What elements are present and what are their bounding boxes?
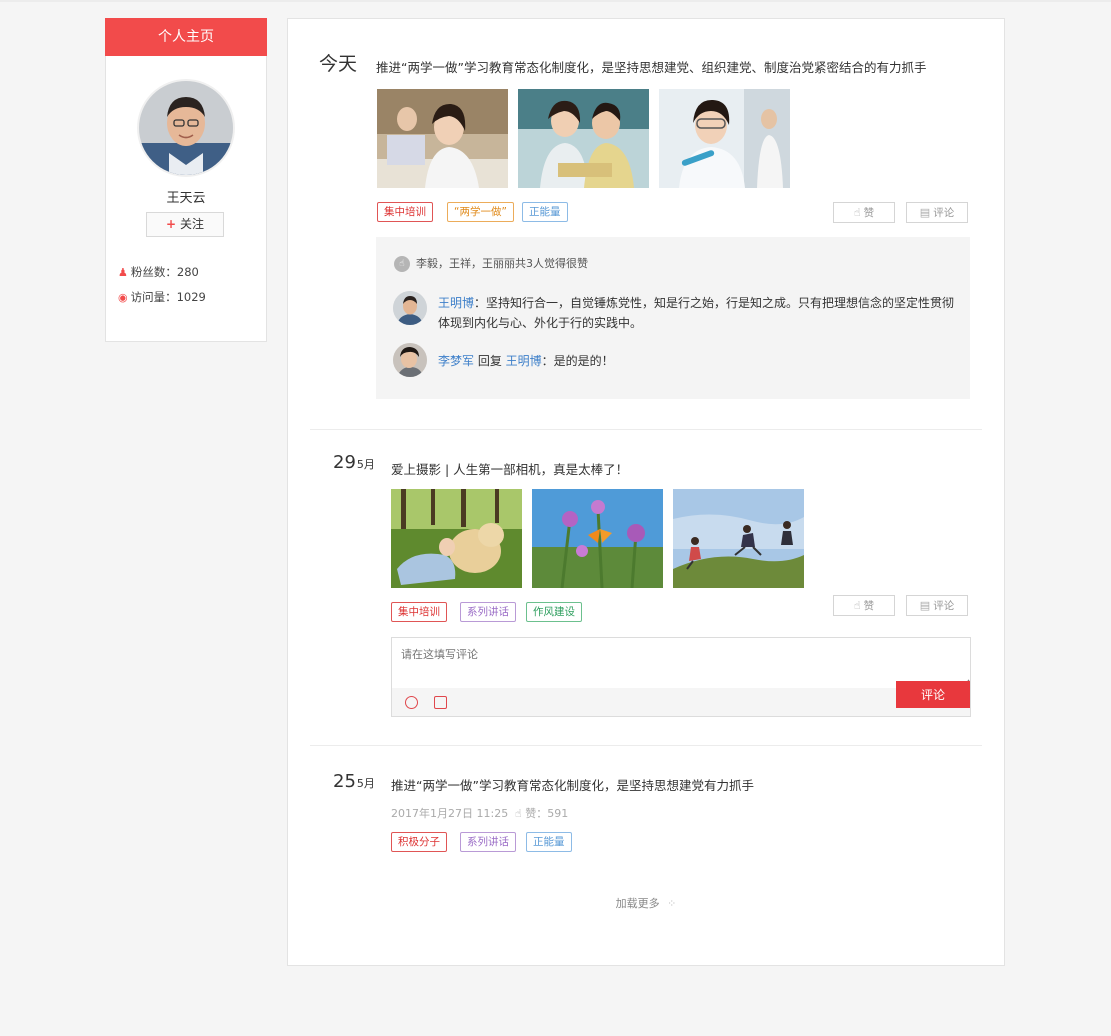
post-photo[interactable]	[518, 89, 649, 188]
post-likes-count: 赞：591	[525, 807, 569, 820]
thumbs-up-icon: ☝	[853, 599, 861, 612]
comment-button[interactable]: ▤ 评论	[906, 595, 968, 616]
like-button[interactable]: ☝ 赞	[833, 202, 895, 223]
tag[interactable]: 作风建设	[526, 602, 582, 622]
post-likes: ☝ 赞：591	[515, 805, 568, 821]
post-timestamp: 2017年1月27日 11:25	[391, 807, 509, 820]
reply-author-link[interactable]: 李梦军	[438, 354, 474, 368]
emoji-icon[interactable]	[405, 696, 418, 709]
thumbs-up-icon: ☝	[853, 206, 861, 219]
comment-icon: ▤	[919, 599, 931, 612]
tag[interactable]: 正能量	[526, 832, 572, 852]
image-icon[interactable]	[434, 696, 447, 709]
reply-toolbar	[392, 688, 970, 716]
load-more[interactable]: 加载更多 ⁘	[288, 895, 1004, 911]
plus-icon: +	[165, 217, 177, 231]
submit-comment-button[interactable]: 评论	[896, 681, 970, 708]
profile-name: 王天云	[166, 191, 206, 206]
post-date: 今天	[319, 53, 358, 75]
commenter-avatar[interactable]	[393, 343, 427, 377]
thumbs-up-icon: ☝	[394, 256, 410, 272]
comment-section: ☝ 李毅，王祥，王丽丽共3人觉得很赞 王明博：坚持知行合一，自觉锤炼党性，知是行之…	[376, 237, 970, 399]
likes-text: 李毅，王祥，王丽丽共3人觉得很赞	[416, 257, 588, 270]
date-month: 5月	[356, 458, 375, 471]
tag[interactable]: 集中培训	[377, 202, 433, 222]
profile-card: 个人主页 王天云 + 关注 ♟ 粉丝数：280 ◉ 访问量：1029	[105, 18, 267, 342]
comment-text-cont: 体现到内化与心、外化于行的实践中。	[438, 316, 643, 330]
like-label: 赞	[863, 600, 875, 612]
fans-count: ♟ 粉丝数：280	[118, 264, 199, 280]
comment-text: ：坚持知行合一，自觉锤炼党性，知是行之始，行是知之成。只有把理想信念的坚定性贯彻	[474, 296, 955, 310]
like-button[interactable]: ☝ 赞	[833, 595, 895, 616]
comment-button[interactable]: ▤ 评论	[906, 202, 968, 223]
date-day: 29	[333, 452, 356, 473]
date-day: 25	[333, 771, 356, 792]
comment-label: 评论	[933, 207, 955, 219]
tag[interactable]: 集中培训	[391, 602, 447, 622]
thumbs-up-icon: ☝	[515, 807, 526, 820]
likes-summary: ☝ 李毅，王祥，王丽丽共3人觉得很赞	[394, 255, 588, 272]
user-icon: ♟	[118, 266, 128, 279]
post-photo[interactable]	[532, 489, 663, 588]
post-title[interactable]: 爱上摄影 | 人生第一部相机，真是太棒了！	[391, 459, 628, 478]
post-divider	[310, 429, 982, 430]
comment: 王明博：坚持知行合一，自觉锤炼党性，知是行之始，行是知之成。只有把理想信念的坚定…	[438, 293, 958, 333]
profile-header: 个人主页	[105, 18, 267, 56]
visits-label: 访问量：1029	[130, 290, 206, 304]
tag[interactable]: 系列讲话	[460, 602, 516, 622]
like-label: 赞	[863, 207, 875, 219]
reply-to-link[interactable]: 王明博	[506, 354, 542, 368]
tag[interactable]: 系列讲话	[460, 832, 516, 852]
comment-label: 评论	[933, 600, 955, 612]
follow-button[interactable]: + 关注	[146, 212, 224, 237]
post-title[interactable]: 推进“两学一做”学习教育常态化制度化，是坚持思想建党、组织建党、制度治党紧密结合…	[376, 57, 926, 76]
post-photo[interactable]	[391, 489, 522, 588]
post-photo[interactable]	[673, 489, 804, 588]
follow-label: 关注	[180, 217, 205, 231]
post-date: 255月	[333, 771, 375, 792]
visit-count: ◉ 访问量：1029	[118, 289, 206, 305]
tag[interactable]: “两学一做”	[447, 202, 514, 222]
load-more-label: 加载更多	[615, 897, 660, 910]
reply: 李梦军 回复 王明博：是的是的！	[438, 351, 614, 371]
reply-box: 评论	[391, 637, 971, 717]
reply-input[interactable]	[392, 638, 970, 688]
post-divider	[310, 745, 982, 746]
fans-label: 粉丝数：280	[130, 265, 199, 279]
tag[interactable]: 积极分子	[391, 832, 447, 852]
profile-avatar[interactable]	[137, 79, 235, 177]
top-border	[0, 0, 1111, 2]
tag[interactable]: 正能量	[522, 202, 568, 222]
comment-author-link[interactable]: 王明博	[438, 296, 474, 310]
reply-word: 回复	[474, 354, 506, 368]
eye-icon: ◉	[118, 291, 128, 304]
feed-panel: 今天 推进“两学一做”学习教育常态化制度化，是坚持思想建党、组织建党、制度治党紧…	[287, 18, 1005, 966]
post-date: 295月	[333, 452, 375, 473]
post-title[interactable]: 推进“两学一做”学习教育常态化制度化，是坚持思想建党有力抓手	[391, 775, 754, 794]
reply-text: ：是的是的！	[541, 354, 614, 368]
commenter-avatar[interactable]	[393, 291, 427, 325]
post-photo[interactable]	[659, 89, 790, 188]
date-month: 5月	[356, 777, 375, 790]
spinner-icon: ⁘	[667, 897, 677, 910]
post-photo[interactable]	[377, 89, 508, 188]
comment-icon: ▤	[919, 206, 931, 219]
